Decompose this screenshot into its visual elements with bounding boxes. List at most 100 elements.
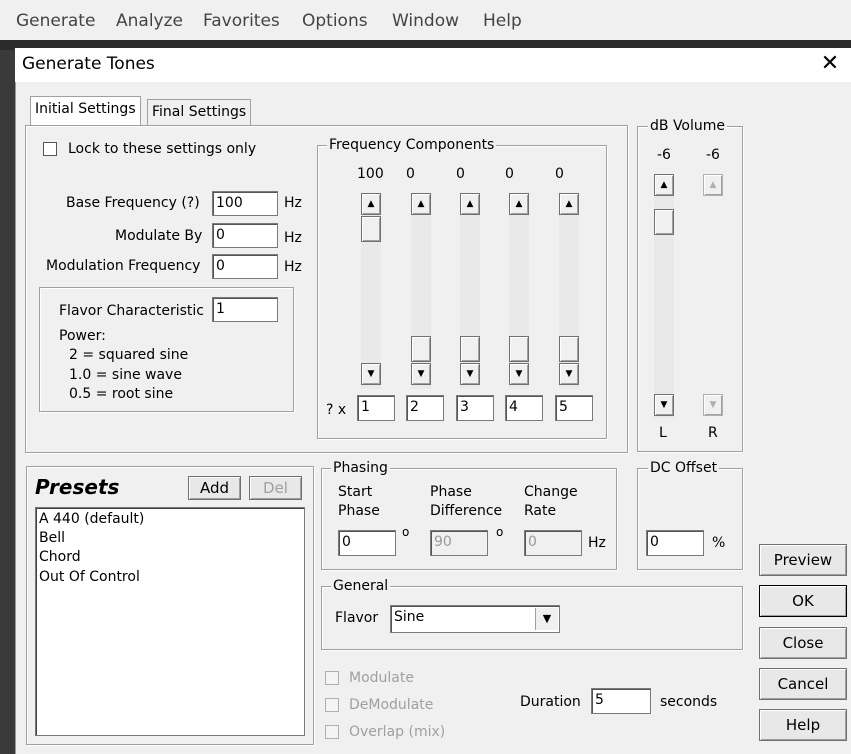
- ok-button[interactable]: OK: [759, 585, 847, 617]
- overlap-checkbox: [325, 725, 339, 739]
- slider-5-up-arrow-icon[interactable]: ▲: [559, 193, 579, 215]
- component-level-4: 0: [505, 166, 514, 182]
- preset-item[interactable]: A 440 (default): [39, 511, 144, 527]
- multiplier-input-5[interactable]: 5: [555, 395, 593, 421]
- presets-title: Presets: [35, 475, 120, 499]
- app-left-strip: [0, 50, 16, 754]
- preview-button[interactable]: Preview: [759, 544, 847, 576]
- duration-unit: seconds: [660, 694, 718, 710]
- multiplier-input-3[interactable]: 3: [456, 395, 494, 421]
- duration-input[interactable]: 5: [591, 688, 651, 714]
- volume-left-thumb[interactable]: [654, 209, 674, 235]
- modulate-label: Modulate: [349, 670, 414, 686]
- tab-initial-settings[interactable]: Initial Settings: [30, 96, 141, 126]
- flavor-label: Flavor: [335, 610, 379, 626]
- volume-left-up-arrow-icon[interactable]: ▲: [654, 174, 674, 196]
- component-level-5: 0: [555, 166, 564, 182]
- db-volume-left-value: -6: [657, 147, 671, 163]
- modulate-by-unit: Hz: [284, 230, 302, 246]
- start-phase-degree: o: [402, 525, 410, 539]
- change-rate-input: 0: [524, 530, 582, 556]
- preset-item[interactable]: Bell: [39, 530, 65, 546]
- db-volume-title: dB Volume: [648, 118, 728, 134]
- multiplier-input-2[interactable]: 2: [406, 395, 444, 421]
- app-menubar: Generate Analyze Favorites Options Windo…: [0, 0, 851, 42]
- modulate-checkbox: [325, 671, 339, 685]
- slider-4-down-arrow-icon[interactable]: ▼: [509, 363, 529, 385]
- slider-3-up-arrow-icon[interactable]: ▲: [460, 193, 480, 215]
- slider-4-up-arrow-icon[interactable]: ▲: [509, 193, 529, 215]
- slider-4-thumb[interactable]: [509, 336, 529, 362]
- presets-list[interactable]: [35, 507, 305, 736]
- phasing-title: Phasing: [331, 460, 390, 476]
- change-rate-label-line1: Change: [524, 484, 578, 500]
- component-level-2: 0: [406, 166, 415, 182]
- add-preset-button[interactable]: Add: [188, 476, 241, 500]
- dc-offset-title: DC Offset: [648, 460, 720, 476]
- preset-item[interactable]: Chord: [39, 549, 81, 565]
- slider-5-thumb[interactable]: [559, 336, 579, 362]
- menu-window[interactable]: Window: [392, 11, 459, 31]
- lock-settings-checkbox[interactable]: [43, 142, 57, 156]
- power-heading: Power:: [59, 328, 106, 344]
- modulation-frequency-input[interactable]: 0: [212, 254, 278, 279]
- close-button[interactable]: Close: [759, 627, 847, 659]
- slider-1-down-arrow-icon[interactable]: ▼: [361, 363, 381, 385]
- preset-item[interactable]: Out Of Control: [39, 569, 140, 585]
- volume-slider-right: [703, 174, 723, 418]
- dc-offset-unit: %: [712, 535, 726, 551]
- phase-difference-label-line2: Difference: [430, 503, 503, 519]
- help-button[interactable]: Help: [759, 709, 847, 741]
- db-volume-right-value: -6: [706, 147, 720, 163]
- slider-1-up-arrow-icon[interactable]: ▲: [361, 193, 381, 215]
- overlap-label: Overlap (mix): [349, 724, 446, 740]
- menu-help[interactable]: Help: [483, 11, 522, 31]
- demodulate-checkbox: [325, 698, 339, 712]
- volume-right-label: R: [708, 425, 718, 441]
- menu-analyze[interactable]: Analyze: [116, 11, 183, 31]
- close-icon[interactable]: ✕: [818, 52, 842, 76]
- change-rate-label-line2: Rate: [524, 503, 557, 519]
- flavor-characteristic-input[interactable]: 1: [212, 297, 278, 322]
- slider-3-down-arrow-icon[interactable]: ▼: [460, 363, 480, 385]
- modulate-by-label: Modulate By: [115, 228, 203, 244]
- component-level-1: 100: [357, 166, 384, 182]
- modulation-frequency-unit: Hz: [284, 259, 302, 275]
- base-frequency-label: Base Frequency (?): [66, 195, 200, 211]
- slider-2-down-arrow-icon[interactable]: ▼: [411, 363, 431, 385]
- menu-favorites[interactable]: Favorites: [203, 11, 280, 31]
- component-level-3: 0: [456, 166, 465, 182]
- menu-generate[interactable]: Generate: [16, 11, 95, 31]
- slider-2-up-arrow-icon[interactable]: ▲: [411, 193, 431, 215]
- modulate-by-input[interactable]: 0: [212, 223, 278, 248]
- power-line-sine: 1.0 = sine wave: [69, 367, 182, 383]
- start-phase-input[interactable]: 0: [338, 530, 396, 556]
- tab-final-settings[interactable]: Final Settings: [147, 99, 252, 126]
- dc-offset-input[interactable]: 0: [646, 530, 704, 556]
- power-line-root: 0.5 = root sine: [69, 386, 174, 402]
- phase-difference-degree: o: [496, 525, 504, 539]
- frequency-components-title: Frequency Components: [327, 137, 497, 153]
- cancel-button[interactable]: Cancel: [759, 668, 847, 700]
- volume-right-down-arrow-icon: ▼: [703, 394, 723, 416]
- slider-5-down-arrow-icon[interactable]: ▼: [559, 363, 579, 385]
- general-title: General: [331, 578, 391, 594]
- slider-1-thumb[interactable]: [361, 216, 381, 242]
- phase-difference-label-line1: Phase: [430, 484, 472, 500]
- demodulate-label: DeModulate: [349, 697, 434, 713]
- volume-left-down-arrow-icon[interactable]: ▼: [654, 394, 674, 416]
- multiplier-input-1[interactable]: 1: [357, 395, 395, 421]
- volume-left-label: L: [659, 425, 667, 441]
- base-frequency-input[interactable]: 100: [212, 191, 278, 216]
- menu-options[interactable]: Options: [302, 11, 368, 31]
- db-volume-group: [637, 126, 743, 452]
- start-phase-label-line1: Start: [338, 484, 373, 500]
- slider-2-thumb[interactable]: [411, 336, 431, 362]
- duration-label: Duration: [520, 694, 581, 710]
- slider-3-thumb[interactable]: [460, 336, 480, 362]
- chevron-down-icon[interactable]: ▼: [535, 608, 558, 630]
- multiplier-input-4[interactable]: 4: [505, 395, 543, 421]
- start-phase-label-line2: Phase: [338, 503, 380, 519]
- delete-preset-button: Del: [249, 476, 302, 500]
- multiplier-label: ? x: [326, 402, 347, 418]
